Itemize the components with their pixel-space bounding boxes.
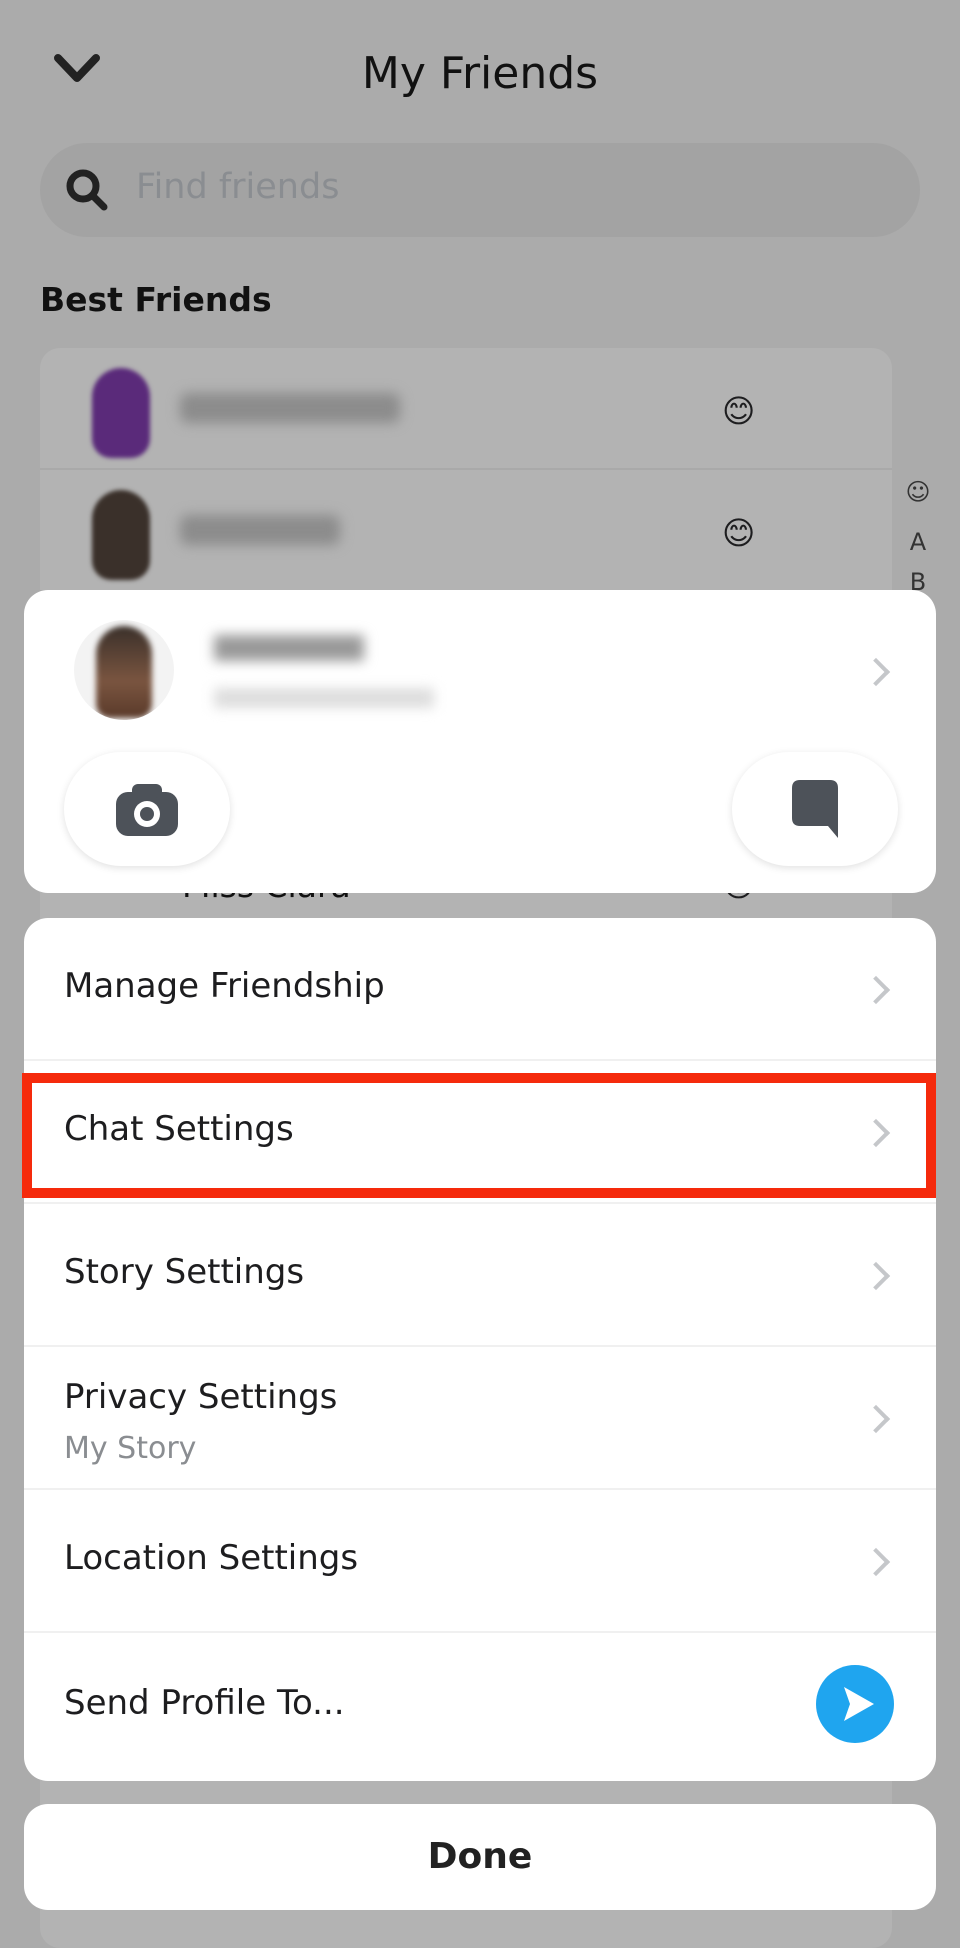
index-item[interactable]: ☺: [900, 478, 936, 506]
friend-emoji: 😊: [722, 514, 756, 552]
profile-subtitle-blurred: [214, 688, 434, 708]
send-arrow-icon: [844, 1687, 874, 1721]
chevron-right-icon: [861, 975, 891, 1005]
friend-row[interactable]: 😊: [40, 348, 892, 470]
search-input[interactable]: Find friends: [40, 143, 920, 237]
menu-item-privacy-settings[interactable]: Privacy Settings My Story: [24, 1347, 936, 1490]
chat-bubble-icon: [792, 780, 838, 838]
menu-item-manage-friendship[interactable]: Manage Friendship: [24, 918, 936, 1061]
menu-item-send-profile[interactable]: Send Profile To...: [24, 1633, 936, 1781]
chevron-right-icon: [861, 1404, 891, 1434]
index-item[interactable]: A: [900, 528, 936, 556]
friend-row[interactable]: 😊: [40, 470, 892, 592]
chevron-right-icon: [861, 1261, 891, 1291]
camera-icon: [116, 784, 178, 836]
chat-button[interactable]: [732, 752, 898, 866]
menu-item-label: Privacy Settings: [64, 1377, 338, 1417]
friend-name-blurred: [180, 393, 400, 423]
profile-name-blurred: [214, 635, 364, 661]
avatar: [92, 368, 150, 458]
friend-name-blurred: [180, 515, 340, 545]
done-button[interactable]: Done: [24, 1804, 936, 1910]
action-menu: Manage Friendship Chat Settings Story Se…: [24, 918, 936, 1781]
chevron-right-icon: [861, 1547, 891, 1577]
search-icon: [66, 169, 108, 211]
camera-button[interactable]: [64, 752, 230, 866]
avatar[interactable]: [74, 620, 174, 720]
menu-item-label: Story Settings: [64, 1252, 305, 1292]
profile-sheet: [24, 590, 936, 893]
menu-item-location-settings[interactable]: Location Settings: [24, 1490, 936, 1633]
menu-item-story-settings[interactable]: Story Settings: [24, 1204, 936, 1347]
chevron-right-icon[interactable]: [861, 657, 891, 687]
menu-item-sublabel: My Story: [64, 1431, 197, 1466]
section-title: Best Friends: [40, 280, 272, 319]
chat-settings-highlight: [22, 1073, 936, 1198]
avatar: [92, 490, 150, 580]
friend-emoji: 😊: [722, 392, 756, 430]
menu-item-label: Manage Friendship: [64, 966, 385, 1006]
menu-item-label: Location Settings: [64, 1538, 359, 1578]
send-button[interactable]: [816, 1665, 894, 1743]
search-placeholder: Find friends: [136, 167, 340, 207]
page-title: My Friends: [361, 48, 599, 99]
menu-item-label: Send Profile To...: [64, 1683, 345, 1723]
